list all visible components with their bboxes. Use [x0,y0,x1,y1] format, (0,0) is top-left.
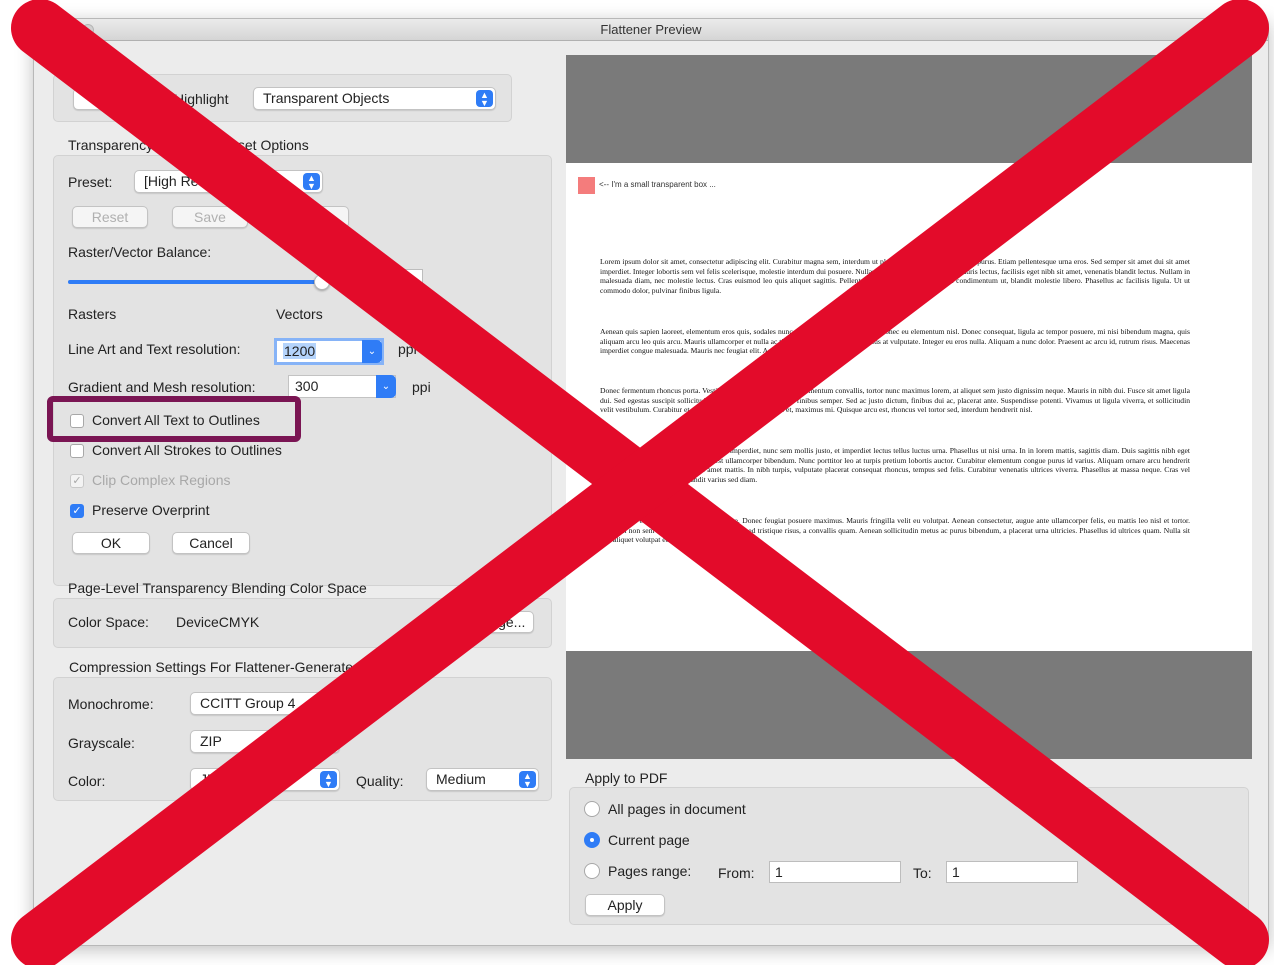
red-x-cross-mark [11,0,1269,965]
